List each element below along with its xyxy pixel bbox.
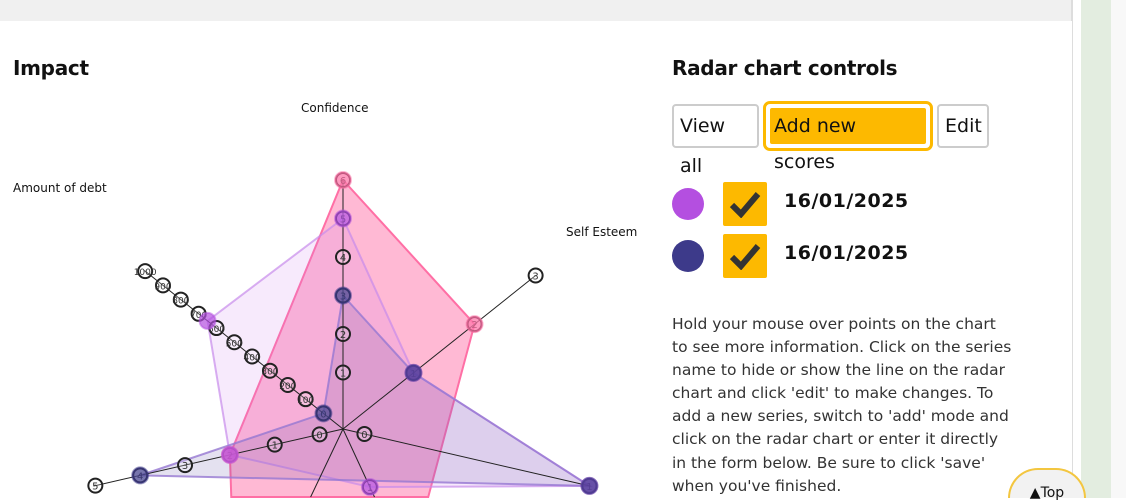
content-border: [1072, 0, 1073, 498]
axis-tick-label: 500: [226, 339, 243, 349]
axis-tick-label: 300: [261, 368, 278, 378]
legend-item[interactable]: 16/01/2025: [672, 234, 972, 278]
axis-tick-label: 0: [361, 430, 367, 441]
add-new-scores-label: Add new scores: [768, 106, 928, 173]
axis-tick-label: 200: [279, 382, 296, 392]
side-strip: [1081, 0, 1111, 498]
legend-item[interactable]: 16/01/2025: [672, 182, 972, 226]
data-point[interactable]: [360, 478, 379, 497]
data-point[interactable]: [580, 476, 599, 495]
axis-tick-label: 400: [244, 353, 261, 363]
add-new-scores-button[interactable]: Add new scores: [763, 101, 933, 173]
axis-tick-label: 1: [340, 369, 346, 380]
data-point[interactable]: [465, 315, 484, 334]
data-point[interactable]: [198, 311, 217, 330]
series-color-dot: [672, 240, 704, 272]
data-point[interactable]: [220, 445, 239, 464]
view-all-button[interactable]: View all: [672, 104, 759, 177]
help-text: Hold your mouse over points on the chart…: [672, 315, 1012, 495]
data-point[interactable]: [334, 209, 352, 228]
edit-button[interactable]: Edit: [937, 104, 989, 148]
series-checkbox[interactable]: [723, 234, 767, 278]
data-point[interactable]: [334, 171, 352, 189]
scrollbar-track[interactable]: [1111, 0, 1126, 498]
axis-tick-label: 2: [340, 330, 346, 341]
axis-tick-label: 800: [172, 297, 189, 307]
checkmark-icon: [729, 244, 761, 270]
series-checkbox[interactable]: [723, 182, 767, 226]
back-to-top-button[interactable]: ▲Top: [1008, 468, 1086, 500]
axis-tick-label: 4: [340, 253, 346, 264]
axis-tick-label: 900: [154, 282, 171, 292]
data-point[interactable]: [404, 363, 423, 382]
axis-tick-label: 5: [92, 482, 98, 493]
data-point[interactable]: [334, 286, 352, 305]
axis-tick-label: 100: [297, 396, 314, 406]
data-point[interactable]: [314, 404, 333, 423]
series-date[interactable]: 16/01/2025: [784, 190, 909, 212]
axis-tick-label: 1: [272, 441, 278, 452]
radar-chart[interactable]: 1234561230110123450100200300400500600700…: [0, 0, 680, 498]
controls-title: Radar chart controls: [672, 56, 898, 80]
axis-tick-label: 0: [316, 430, 322, 441]
series-date[interactable]: 16/01/2025: [784, 242, 909, 264]
series-color-dot: [672, 188, 704, 220]
data-point[interactable]: [131, 466, 150, 485]
checkmark-icon: [729, 192, 761, 218]
axis-tick-label: 3: [532, 271, 538, 282]
axis-tick-label: 3: [182, 461, 188, 472]
axis-tick-label: 1000: [134, 268, 157, 278]
